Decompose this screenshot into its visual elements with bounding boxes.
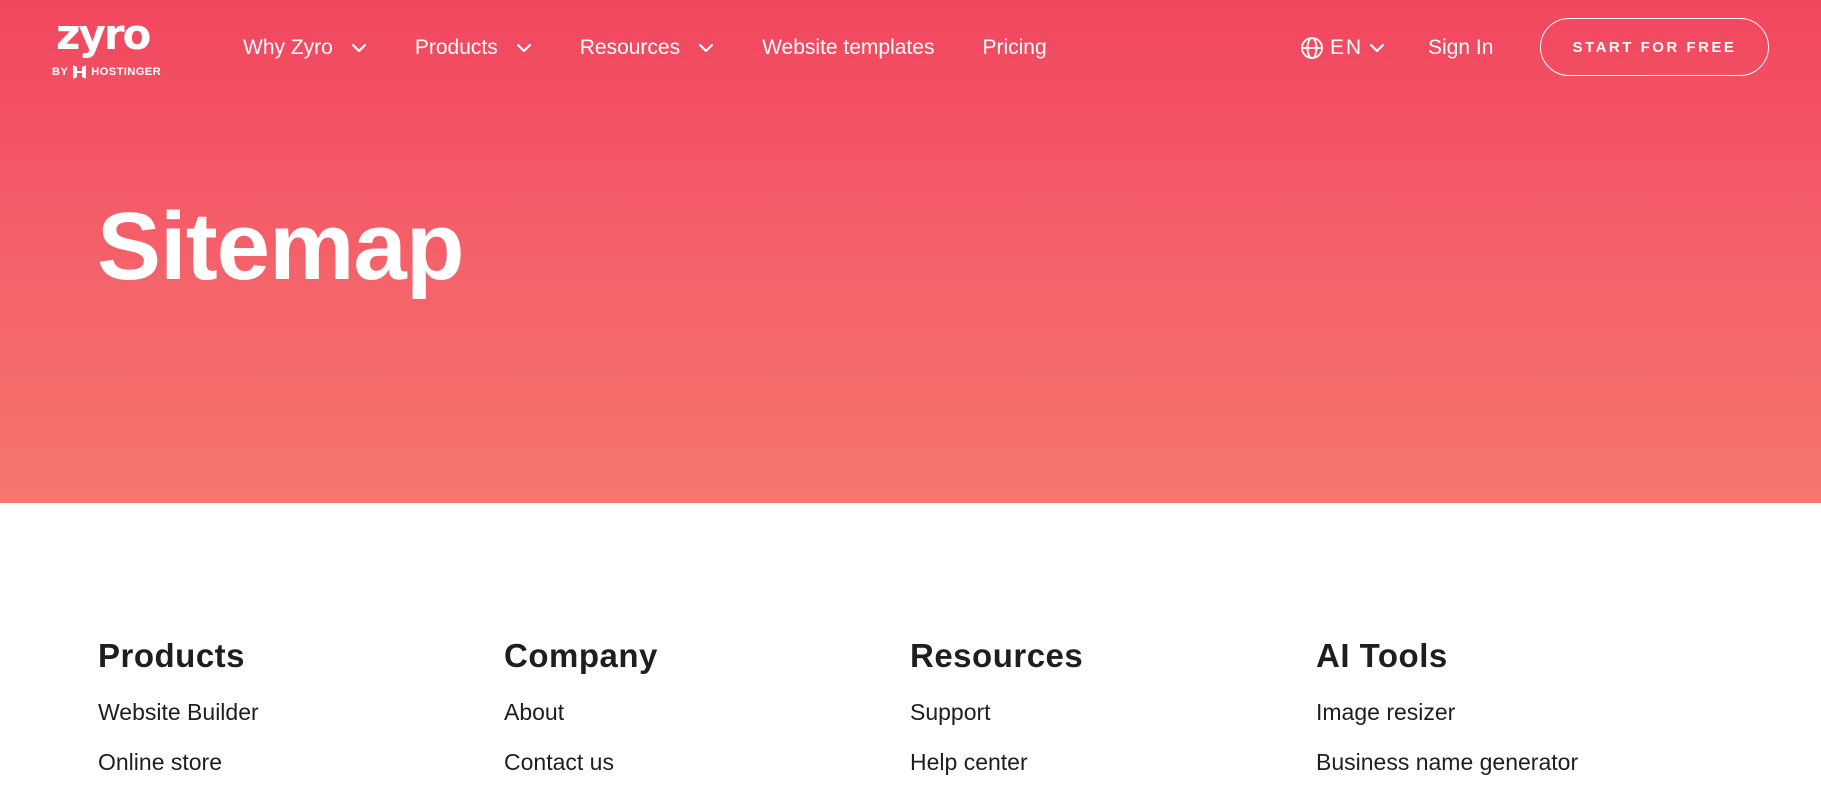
nav-label: Resources	[579, 36, 681, 59]
sitemap-column-resources: Resources Support Help center	[910, 635, 1290, 798]
chevron-down-icon	[699, 43, 714, 53]
nav-label: Why Zyro	[243, 36, 333, 59]
link-list: Support Help center	[910, 698, 1290, 777]
nav-resources[interactable]: Resources	[580, 36, 714, 60]
chevron-down-icon	[351, 43, 366, 53]
sitemap-column-ai-tools: AI Tools Image resizer Business name gen…	[1316, 635, 1696, 798]
sitemap-link-website-builder[interactable]: Website Builder	[98, 698, 478, 727]
nav-label: Pricing	[982, 36, 1047, 59]
sitemap-column-products: Products Website Builder Online store	[98, 635, 478, 798]
link-list: Image resizer Business name generator	[1316, 698, 1696, 777]
sitemap-link-about[interactable]: About	[504, 698, 884, 727]
zyro-logo[interactable]: zyro BY HOSTINGER	[50, 12, 166, 84]
logo-byline: BY HOSTINGER	[52, 65, 161, 79]
sitemap-link-help-center[interactable]: Help center	[910, 748, 1290, 777]
hero-banner: zyro BY HOSTINGER Why Zyro Products Reso…	[0, 0, 1821, 503]
sitemap-link-business-name-generator[interactable]: Business name generator	[1316, 748, 1696, 777]
nav-label: Products	[414, 36, 498, 59]
column-heading: Resources	[910, 637, 1084, 674]
nav-why-zyro[interactable]: Why Zyro	[243, 36, 367, 60]
sitemap-link-image-resizer[interactable]: Image resizer	[1316, 698, 1696, 727]
logo-brand-text: HOSTINGER	[91, 66, 162, 78]
hostinger-icon	[73, 65, 87, 79]
logo-wordmark: zyro	[56, 10, 151, 59]
nav-products[interactable]: Products	[415, 36, 532, 60]
link-list: Website Builder Online store	[98, 698, 478, 777]
chevron-down-icon	[516, 43, 531, 53]
nav-pricing[interactable]: Pricing	[982, 36, 1046, 60]
chevron-down-icon	[1370, 43, 1385, 53]
start-for-free-button[interactable]: START FOR FREE	[1540, 18, 1769, 76]
sitemap-column-company: Company About Contact us	[504, 635, 884, 798]
column-heading: Products	[98, 637, 246, 674]
link-list: About Contact us	[504, 698, 884, 777]
column-heading: Company	[504, 637, 658, 674]
sitemap-link-contact-us[interactable]: Contact us	[504, 748, 884, 777]
language-code: EN	[1330, 36, 1364, 59]
globe-icon	[1301, 37, 1323, 59]
nav-website-templates[interactable]: Website templates	[762, 36, 934, 60]
page-title: Sitemap	[97, 193, 464, 300]
sign-in-link[interactable]: Sign In	[1428, 33, 1493, 63]
sitemap-link-support[interactable]: Support	[910, 698, 1290, 727]
logo-by-text: BY	[52, 66, 69, 78]
main-nav: Why Zyro Products Resources Website temp…	[243, 33, 1095, 63]
language-selector[interactable]: EN	[1300, 33, 1385, 63]
sitemap-link-online-store[interactable]: Online store	[98, 748, 478, 777]
column-heading: AI Tools	[1316, 637, 1448, 674]
nav-label: Website templates	[762, 36, 935, 59]
